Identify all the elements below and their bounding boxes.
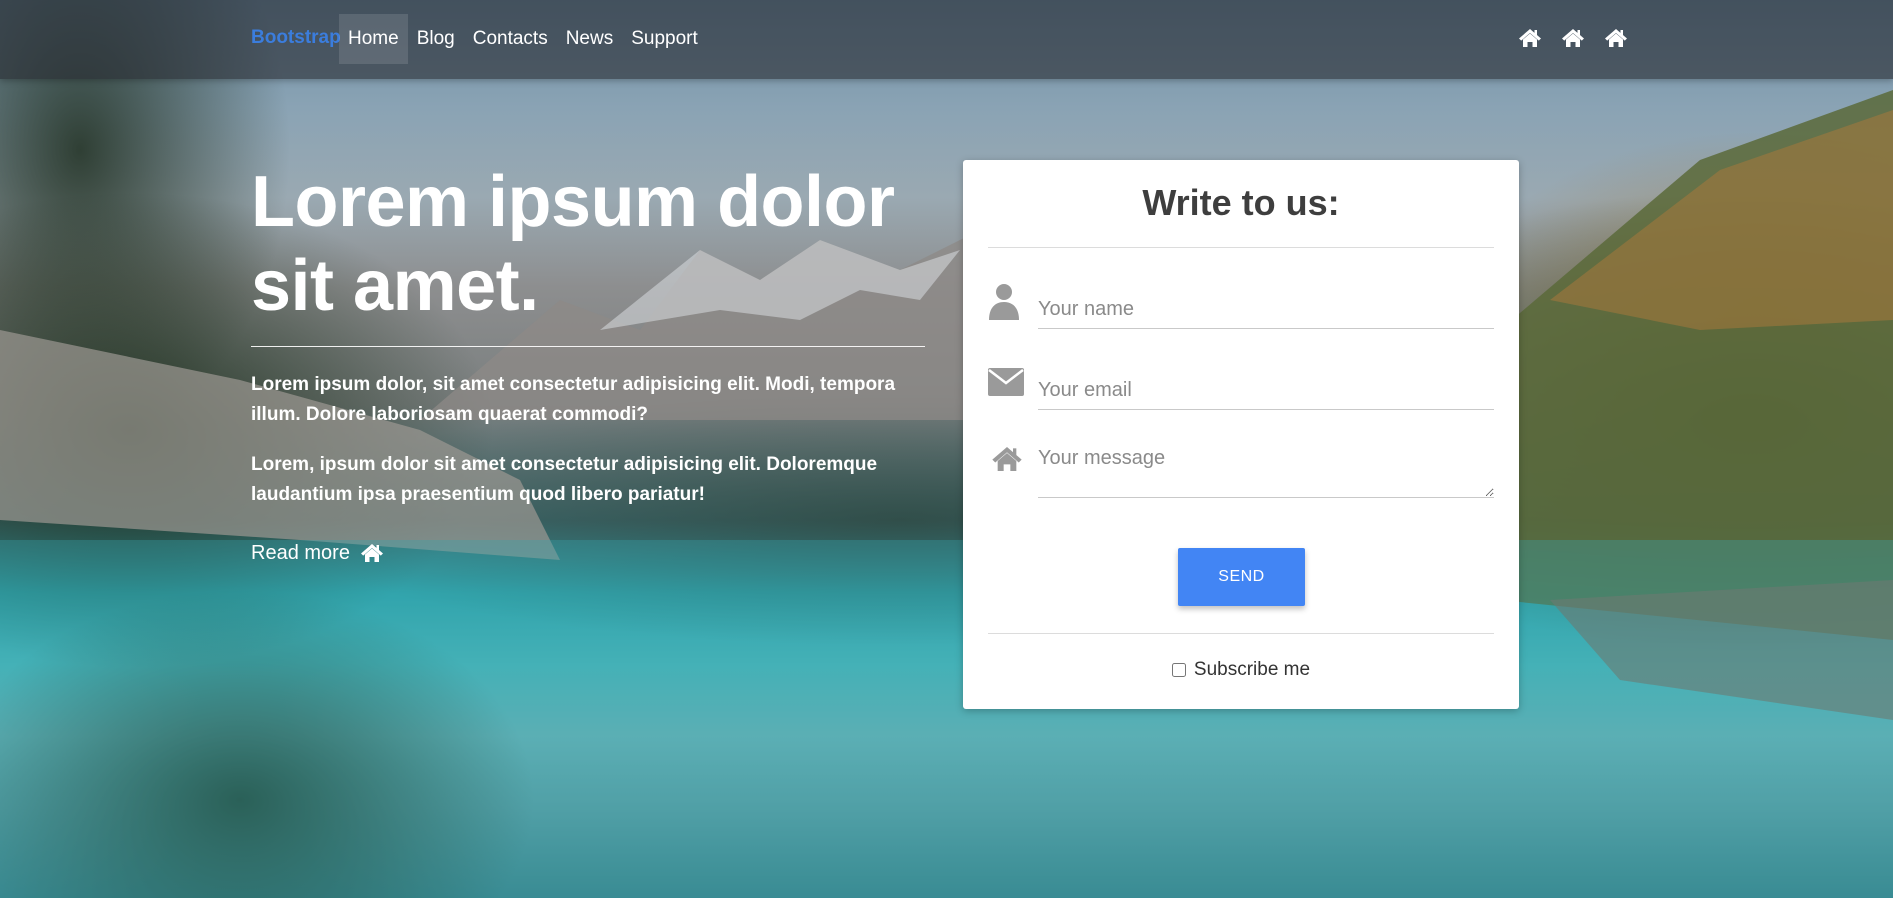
landscape-illustration <box>0 90 1893 898</box>
subscribe-option: Subscribe me <box>963 659 1519 681</box>
nav-link-home[interactable]: Home <box>339 14 408 64</box>
nav-link-support[interactable]: Support <box>622 14 707 64</box>
nav-links: Home Blog Contacts News Support <box>339 14 707 64</box>
user-icon <box>989 284 1019 320</box>
nav-link-contacts[interactable]: Contacts <box>464 14 557 64</box>
name-field[interactable] <box>1038 290 1494 329</box>
brand-logo[interactable]: Bootstrap <box>251 27 341 49</box>
subscribe-checkbox[interactable] <box>1171 663 1186 677</box>
read-more-link[interactable]: Read more <box>251 541 384 565</box>
nav-icon-group <box>1518 26 1628 50</box>
home-icon[interactable] <box>1518 26 1542 50</box>
nav-link-blog[interactable]: Blog <box>408 14 464 64</box>
home-icon <box>992 447 1022 471</box>
subscribe-label[interactable]: Subscribe me <box>1194 659 1310 681</box>
email-field[interactable] <box>1038 371 1494 410</box>
home-icon[interactable] <box>1561 26 1585 50</box>
form-title: Write to us: <box>1142 182 1340 223</box>
send-button[interactable]: SEND <box>1178 548 1305 606</box>
message-field[interactable] <box>1038 447 1494 498</box>
form-title-divider <box>988 247 1494 248</box>
hero-paragraph-2: Lorem, ipsum dolor sit amet consectetur … <box>251 454 878 505</box>
hero-title: Lorem ipsum dolor sit amet. <box>251 162 895 326</box>
hero-paragraph-1: Lorem ipsum dolor, sit amet consectetur … <box>251 374 896 425</box>
read-more-label: Read more <box>251 541 350 564</box>
top-navbar: Bootstrap Home Blog Contacts News Suppor… <box>0 0 1893 79</box>
form-bottom-divider <box>988 633 1494 634</box>
home-icon <box>360 544 383 562</box>
envelope-icon <box>988 368 1024 396</box>
page-background: Bootstrap Home Blog Contacts News Suppor… <box>0 0 1893 898</box>
contact-form-card: Write to us: SEND Subscribe me <box>963 160 1519 709</box>
home-icon[interactable] <box>1604 26 1628 50</box>
hero-divider <box>251 346 925 347</box>
nav-link-news[interactable]: News <box>557 14 623 64</box>
